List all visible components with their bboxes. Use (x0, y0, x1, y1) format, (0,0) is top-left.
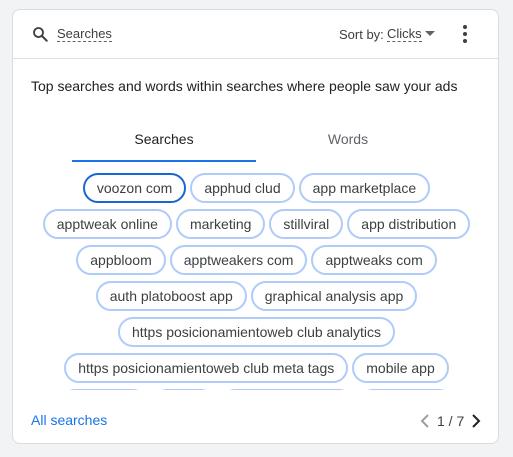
chevron-right-icon[interactable] (471, 413, 481, 429)
search-chip[interactable]: graphical analysis app (250, 281, 418, 311)
all-searches-link[interactable]: All searches (31, 412, 107, 428)
card-description: Top searches and words within searches w… (31, 78, 458, 94)
search-chip[interactable]: mobile app (352, 353, 449, 383)
chip-row: voozon com apphud clud app marketplace (13, 173, 498, 203)
card-title[interactable]: Searches (57, 26, 112, 42)
chip-row: https posicionamientoweb club meta tags … (13, 353, 498, 383)
chip-row-clipped (13, 389, 498, 390)
tab-bar: Searches Words (72, 126, 440, 162)
more-vert-icon[interactable] (461, 24, 469, 44)
search-chips: voozon com apphud clud app marketplace a… (13, 173, 498, 390)
search-chip[interactable]: apphud clud (190, 173, 295, 203)
search-chip-clipped[interactable] (219, 389, 354, 390)
search-chip[interactable]: auth platoboost app (95, 281, 247, 311)
sort-label: Sort by: (339, 27, 384, 42)
search-chip[interactable]: appbloom (76, 245, 166, 275)
chip-row: https posicionamientoweb club analytics (13, 317, 498, 347)
search-chip[interactable]: app marketplace (298, 173, 431, 203)
search-chip[interactable]: https posicionamientoweb club analytics (117, 317, 396, 347)
search-chip-clipped[interactable] (151, 389, 216, 390)
chevron-left-icon[interactable] (420, 413, 430, 429)
sort-dropdown[interactable]: Clicks (387, 26, 422, 42)
searches-card: Searches Sort by: Clicks Top searches an… (12, 9, 499, 444)
chip-row: auth platoboost app graphical analysis a… (13, 281, 498, 311)
search-chip[interactable]: https posicionamientoweb club meta tags (64, 353, 349, 383)
chip-row: appbloom apptweakers com apptweaks com (13, 245, 498, 275)
tab-words[interactable]: Words (256, 126, 440, 162)
search-chip[interactable]: marketing (175, 209, 266, 239)
search-chip[interactable]: stillviral (269, 209, 344, 239)
chevron-down-icon[interactable] (425, 31, 435, 36)
chip-row: apptweak online marketing stillviral app… (13, 209, 498, 239)
page-indicator: 1 / 7 (437, 413, 465, 429)
search-chip[interactable]: apptweaks com (311, 245, 437, 275)
card-header: Searches Sort by: Clicks (13, 10, 498, 59)
search-icon (33, 27, 48, 42)
tab-searches[interactable]: Searches (72, 126, 256, 162)
search-chip[interactable]: voozon com (82, 173, 187, 203)
search-chip[interactable]: apptweakers com (169, 245, 308, 275)
search-chip[interactable]: apptweak online (42, 209, 172, 239)
search-chip-clipped[interactable] (59, 389, 148, 390)
search-chip-clipped[interactable] (357, 389, 454, 390)
search-chip[interactable]: app distribution (347, 209, 471, 239)
